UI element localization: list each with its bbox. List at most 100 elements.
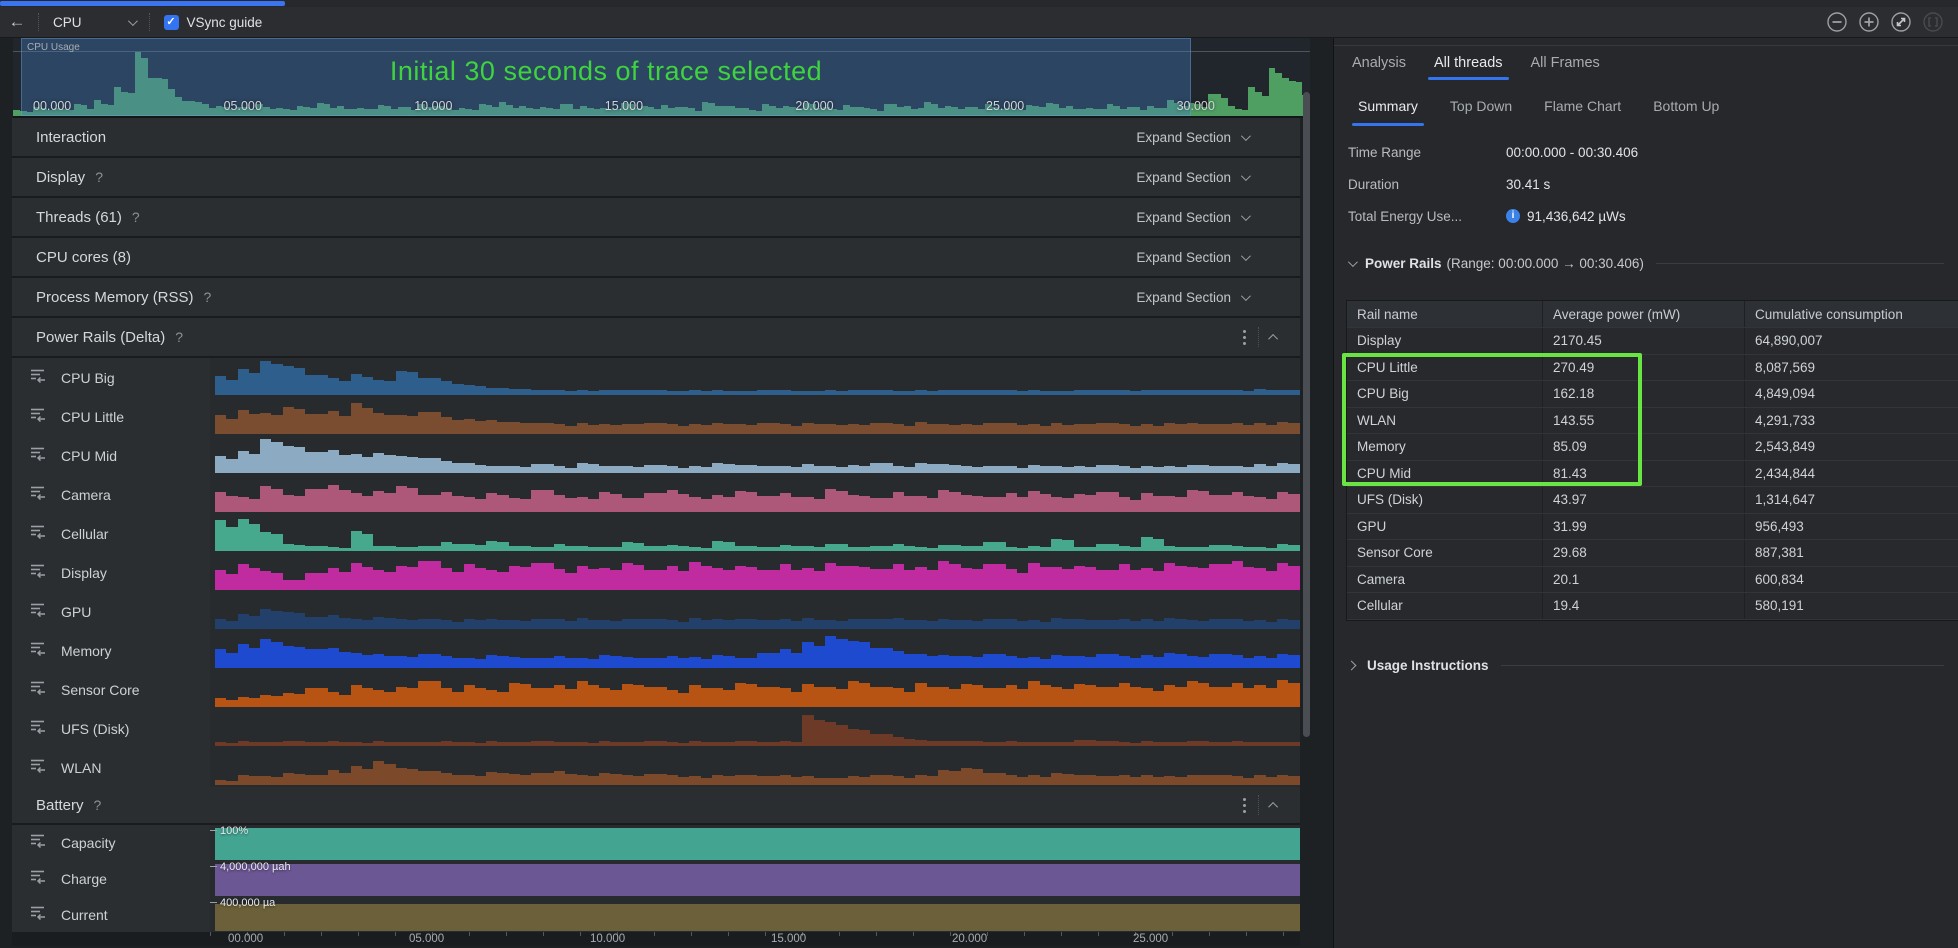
track-chart-cellular[interactable]	[210, 514, 1300, 553]
expand-section-button[interactable]: Expand Section	[1136, 210, 1248, 225]
rail-table-row[interactable]: Sensor Core29.68887,381	[1347, 540, 1958, 567]
track-handle-icon[interactable]	[30, 368, 47, 388]
track-label-cpu-little[interactable]: CPU Little	[12, 397, 210, 436]
rail-table-row[interactable]: Camera20.1600,834	[1347, 567, 1958, 594]
track-chart-sensor-core[interactable]	[210, 670, 1300, 709]
track-label-cpu-mid[interactable]: CPU Mid	[12, 436, 210, 475]
rail-table-row[interactable]: CPU Mid81.432,434,844	[1347, 461, 1958, 488]
zoom-in-icon[interactable]	[1858, 11, 1880, 33]
subtab-bottom-up[interactable]: Bottom Up	[1637, 86, 1735, 126]
track-chart-cpu-mid[interactable]	[210, 436, 1300, 475]
vertical-scrollbar[interactable]	[1303, 92, 1310, 737]
checkbox-checked-icon[interactable]: ✓	[164, 15, 179, 30]
rail-table-row[interactable]: CPU Little270.498,087,569	[1347, 355, 1958, 382]
track-label-capacity[interactable]: Capacity	[12, 825, 210, 861]
track-label-display[interactable]: Display	[12, 553, 210, 592]
expand-section-button[interactable]: Expand Section	[1136, 170, 1248, 185]
vsync-guide-toggle[interactable]: ✓ VSync guide	[164, 15, 263, 30]
track-handle-icon[interactable]	[30, 602, 47, 622]
section-power-rails[interactable]: Power Rails (Delta) ?	[12, 318, 1300, 358]
rail-table-row[interactable]: WLAN143.554,291,733	[1347, 408, 1958, 435]
expand-section-button[interactable]: Expand Section	[1136, 250, 1248, 265]
track-label-current[interactable]: Current	[12, 897, 210, 932]
track-handle-icon[interactable]	[30, 563, 47, 583]
track-handle-icon[interactable]	[30, 407, 47, 427]
section-row-process-memory-rss-[interactable]: Process Memory (RSS)?Expand Section	[12, 278, 1300, 318]
track-row-gpu[interactable]: GPU	[12, 592, 1300, 631]
track-chart-current[interactable]: 400,000 µa	[210, 897, 1300, 932]
track-handle-icon[interactable]	[30, 905, 47, 925]
track-row-camera[interactable]: Camera	[12, 475, 1300, 514]
track-row-memory[interactable]: Memory	[12, 631, 1300, 670]
help-icon[interactable]: ?	[132, 209, 140, 225]
more-options-icon[interactable]	[1243, 798, 1246, 813]
info-icon[interactable]: i	[1506, 209, 1520, 223]
track-label-camera[interactable]: Camera	[12, 475, 210, 514]
track-chart-memory[interactable]	[210, 631, 1300, 670]
track-row-capacity[interactable]: Capacity100%	[12, 825, 1300, 861]
track-handle-icon[interactable]	[30, 524, 47, 544]
track-chart-cpu-little[interactable]	[210, 397, 1300, 436]
track-row-cpu-big[interactable]: CPU Big	[12, 358, 1300, 397]
track-handle-icon[interactable]	[30, 680, 47, 700]
help-icon[interactable]: ?	[204, 289, 212, 305]
expand-section-button[interactable]: Expand Section	[1136, 290, 1248, 305]
track-chart-capacity[interactable]: 100%	[210, 825, 1300, 861]
chevron-down-icon[interactable]	[1348, 257, 1358, 267]
track-label-cpu-big[interactable]: CPU Big	[12, 358, 210, 397]
expand-section-button[interactable]: Expand Section	[1136, 130, 1248, 145]
rail-table-row[interactable]: GPU31.99956,493	[1347, 514, 1958, 541]
track-row-charge[interactable]: Charge4,000,000 µah	[12, 861, 1300, 897]
track-row-cellular[interactable]: Cellular	[12, 514, 1300, 553]
collapse-section-icon[interactable]	[1268, 801, 1278, 811]
tab-analysis[interactable]: Analysis	[1338, 46, 1420, 80]
track-label-charge[interactable]: Charge	[12, 861, 210, 897]
track-handle-icon[interactable]	[30, 833, 47, 853]
track-row-cpu-little[interactable]: CPU Little	[12, 397, 1300, 436]
track-handle-icon[interactable]	[30, 719, 47, 739]
rail-table-row[interactable]: Memory85.092,543,849	[1347, 434, 1958, 461]
track-label-ufs-disk-[interactable]: UFS (Disk)	[12, 709, 210, 748]
track-handle-icon[interactable]	[30, 641, 47, 661]
profiler-selector-dropdown[interactable]: CPU	[43, 10, 145, 34]
track-chart-camera[interactable]	[210, 475, 1300, 514]
track-row-current[interactable]: Current400,000 µa	[12, 897, 1300, 932]
track-row-ufs-disk-[interactable]: UFS (Disk)	[12, 709, 1300, 748]
section-row-threads-61-[interactable]: Threads (61)?Expand Section	[12, 198, 1300, 238]
section-battery[interactable]: Battery ?	[12, 787, 1300, 825]
tab-all-frames[interactable]: All Frames	[1517, 46, 1614, 80]
tab-all-threads[interactable]: All threads	[1420, 46, 1517, 80]
track-chart-gpu[interactable]	[210, 592, 1300, 631]
section-row-cpu-cores-8-[interactable]: CPU cores (8)Expand Section	[12, 238, 1300, 278]
track-label-wlan[interactable]: WLAN	[12, 748, 210, 787]
section-row-display[interactable]: Display?Expand Section	[12, 158, 1300, 198]
rail-table-row[interactable]: Display2170.4564,890,007	[1347, 328, 1958, 355]
track-handle-icon[interactable]	[30, 446, 47, 466]
rail-table-header-cell[interactable]: Cumulative consumption	[1744, 301, 1958, 327]
cpu-usage-minimap[interactable]: Initial 30 seconds of trace selected CPU…	[13, 38, 1310, 118]
track-chart-charge[interactable]: 4,000,000 µah	[210, 861, 1300, 897]
subtab-flame-chart[interactable]: Flame Chart	[1528, 86, 1637, 126]
track-chart-ufs-disk-[interactable]	[210, 709, 1300, 748]
usage-instructions-header[interactable]: Usage Instructions	[1348, 658, 1944, 673]
track-chart-cpu-big[interactable]	[210, 358, 1300, 397]
rail-table-row[interactable]: Cellular19.4580,191	[1347, 593, 1958, 620]
track-row-wlan[interactable]: WLAN	[12, 748, 1300, 787]
track-handle-icon[interactable]	[30, 758, 47, 778]
rail-table-row[interactable]: CPU Big162.184,849,094	[1347, 381, 1958, 408]
track-label-memory[interactable]: Memory	[12, 631, 210, 670]
track-label-gpu[interactable]: GPU	[12, 592, 210, 631]
track-label-cellular[interactable]: Cellular	[12, 514, 210, 553]
collapse-section-icon[interactable]	[1268, 333, 1278, 343]
track-handle-icon[interactable]	[30, 869, 47, 889]
help-icon[interactable]: ?	[94, 797, 102, 813]
zoom-out-icon[interactable]	[1826, 11, 1848, 33]
help-icon[interactable]: ?	[175, 329, 183, 345]
zoom-to-selection-icon[interactable]	[1922, 11, 1944, 33]
back-button[interactable]: ←	[0, 12, 34, 32]
track-chart-display[interactable]	[210, 553, 1300, 592]
subtab-top-down[interactable]: Top Down	[1434, 86, 1528, 126]
track-handle-icon[interactable]	[30, 485, 47, 505]
track-chart-wlan[interactable]	[210, 748, 1300, 787]
help-icon[interactable]: ?	[95, 169, 103, 185]
